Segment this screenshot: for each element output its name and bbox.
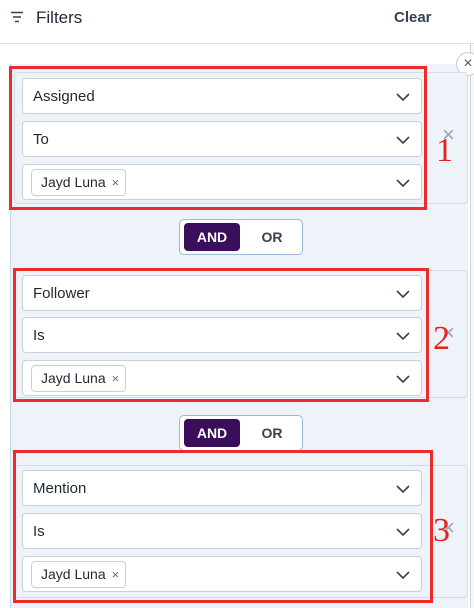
chevron-down-icon bbox=[396, 332, 410, 341]
field-select-value: Follower bbox=[33, 285, 90, 302]
field-select[interactable]: Mention bbox=[22, 470, 422, 506]
operator-select[interactable]: Is bbox=[22, 317, 422, 353]
annotation-number-2: 2 bbox=[433, 320, 450, 357]
chip-remove-icon[interactable]: × bbox=[112, 175, 120, 190]
value-select[interactable]: Jayd Luna × bbox=[22, 556, 422, 592]
filters-title: Filters bbox=[36, 8, 83, 27]
filter-lines-icon bbox=[11, 11, 23, 23]
value-chip: Jayd Luna × bbox=[31, 169, 127, 196]
value-select[interactable]: Jayd Luna × bbox=[22, 360, 422, 396]
operator-select-value: To bbox=[33, 131, 49, 148]
clear-button[interactable]: Clear bbox=[394, 9, 432, 26]
value-chip: Jayd Luna × bbox=[31, 561, 127, 588]
operator-select-value: Is bbox=[33, 327, 45, 344]
annotation-number-3: 3 bbox=[433, 512, 450, 549]
value-select[interactable]: Jayd Luna × bbox=[22, 164, 422, 200]
logic-toggle-2: AND OR bbox=[179, 415, 303, 451]
chevron-down-icon bbox=[396, 290, 410, 299]
and-button[interactable]: AND bbox=[184, 223, 240, 251]
chevron-down-icon bbox=[396, 528, 410, 537]
and-button[interactable]: AND bbox=[184, 419, 240, 447]
field-select[interactable]: Follower bbox=[22, 275, 422, 311]
right-rail bbox=[470, 44, 474, 608]
operator-select-value: Is bbox=[33, 523, 45, 540]
chevron-down-icon bbox=[396, 179, 410, 188]
chevron-down-icon bbox=[396, 485, 410, 494]
logic-toggle-1: AND OR bbox=[179, 219, 303, 255]
chevron-down-icon bbox=[396, 136, 410, 145]
field-select-value: Assigned bbox=[33, 88, 95, 105]
or-button[interactable]: OR bbox=[246, 419, 298, 447]
operator-select[interactable]: To bbox=[22, 121, 422, 157]
field-select[interactable]: Assigned bbox=[22, 78, 422, 114]
value-chip-label: Jayd Luna bbox=[41, 370, 106, 386]
chip-remove-icon[interactable]: × bbox=[112, 371, 120, 386]
chevron-down-icon bbox=[396, 375, 410, 384]
field-select-value: Mention bbox=[33, 480, 87, 497]
value-chip-label: Jayd Luna bbox=[41, 566, 106, 582]
annotation-number-1: 1 bbox=[436, 132, 453, 169]
operator-select[interactable]: Is bbox=[22, 513, 422, 549]
chevron-down-icon bbox=[396, 93, 410, 102]
value-chip-label: Jayd Luna bbox=[41, 174, 106, 190]
chip-remove-icon[interactable]: × bbox=[112, 567, 120, 582]
or-button[interactable]: OR bbox=[246, 223, 298, 251]
chevron-down-icon bbox=[396, 571, 410, 580]
filters-header: Filters Clear bbox=[0, 0, 474, 44]
close-icon: × bbox=[463, 55, 473, 72]
value-chip: Jayd Luna × bbox=[31, 365, 127, 392]
